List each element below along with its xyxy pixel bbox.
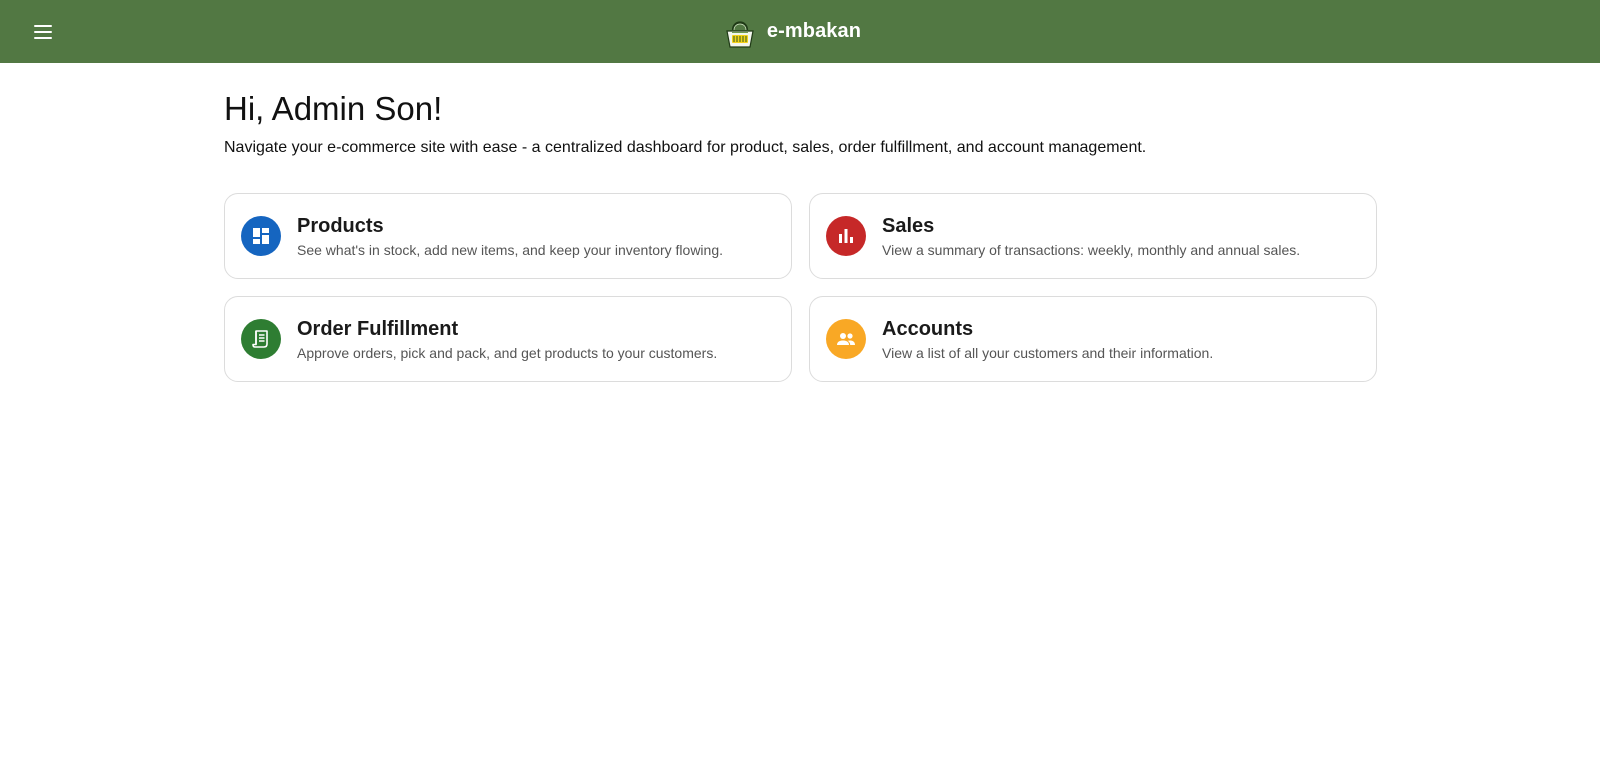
card-description: View a list of all your customers and th… (882, 344, 1214, 361)
page-title: Hi, Admin Son! (224, 90, 443, 127)
receipt-icon (241, 319, 281, 359)
sales-card[interactable]: Sales View a summary of transactions: we… (809, 193, 1377, 279)
card-description: Approve orders, pick and pack, and get p… (297, 344, 718, 361)
card-title: Products (297, 214, 384, 237)
people-icon (826, 319, 866, 359)
main-content: Hi, Admin Son! Navigate your e-commerce … (224, 63, 1377, 382)
brand[interactable]: e-mbakan (723, 14, 861, 50)
card-description: View a summary of transactions: weekly, … (882, 241, 1301, 258)
shopping-basket-icon (726, 20, 754, 48)
order-fulfillment-card[interactable]: Order Fulfillment Approve orders, pick a… (224, 296, 792, 382)
card-title: Sales (882, 214, 935, 237)
accounts-card[interactable]: Accounts View a list of all your custome… (809, 296, 1377, 382)
app-bar: e-mbakan (0, 0, 1600, 63)
card-title: Order Fulfillment (297, 317, 459, 340)
card-title: Accounts (882, 317, 974, 340)
products-card[interactable]: Products See what's in stock, add new it… (224, 193, 792, 279)
dashboard-icon (241, 216, 281, 256)
bar-chart-icon (826, 216, 866, 256)
hamburger-menu-icon[interactable] (30, 19, 56, 45)
card-description: See what's in stock, add new items, and … (297, 241, 724, 258)
brand-name: e-mbakan (766, 20, 862, 42)
page-subtitle: Navigate your e-commerce site with ease … (224, 139, 1147, 156)
dashboard-cards: Products See what's in stock, add new it… (224, 193, 1377, 382)
